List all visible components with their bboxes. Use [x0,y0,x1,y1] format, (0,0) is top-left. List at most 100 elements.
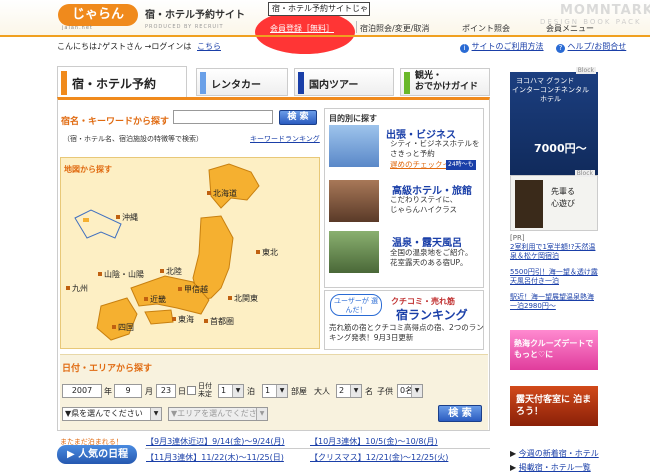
register-link[interactable]: 会員登録［無料］ [270,23,334,34]
schedule-link-dec[interactable]: 【クリスマス】12/21(金)～12/25(火) [310,452,448,463]
day-unit: 日 [178,387,186,396]
region-shutoken[interactable]: 首都圏 [204,316,234,327]
region-kita-kanto[interactable]: 北関東 [228,293,258,304]
prefecture-value: ▼県を選んでください [65,409,143,418]
region-marker [207,191,211,195]
keyword-search-button[interactable]: 検 索 [279,110,317,125]
tab-rental-accent [200,72,206,94]
watermark-sub: DESIGN BOOK PACK [540,18,642,26]
region-label: 沖縄 [122,213,138,222]
region-shikoku[interactable]: 四国 [112,322,134,333]
help-link[interactable]: ヘルプ/お問合せ [568,42,627,51]
atami-cruise-ad[interactable]: 熱海クルーズデートで もっと♡に [510,330,598,370]
month-input[interactable]: 9 [114,384,142,398]
region-marker [66,286,70,290]
chevron-right-icon: ▶ [67,449,75,460]
rooms-value: 1 [265,386,271,395]
adults-value: 2 [339,386,345,395]
jalan-logo[interactable]: じゃらん [58,4,138,26]
site-title: 宿・ホテル予約サイト [145,10,245,21]
schedule-link-oct[interactable]: 【10月3連休】10/5(金)～10/8(月) [310,436,438,447]
onsen-desc-1: 全国の温泉地をご紹介。 [390,248,473,257]
area-select[interactable]: ▼エリアを選んでください ▼ [168,407,268,421]
keyword-input[interactable] [173,110,273,124]
nights-select[interactable]: 1 ▼ [218,384,244,398]
pr-link-1[interactable]: 2室利用で1室半額!?天然温泉＆松ケ岡宿泊 [510,243,600,261]
rooms-select[interactable]: 1 ▼ [262,384,288,398]
tab-domestic-tour[interactable]: 国内ツアー [294,68,394,96]
schedule-link-nov[interactable]: 【11月3連休】11/22(木)～11/25(日) [146,452,284,463]
region-marker [178,287,182,291]
date-search-button[interactable]: 検 索 [438,405,482,422]
tab-tour-label: 国内ツアー [309,80,359,91]
pr-link-3[interactable]: 駅近！海一望展望温泉熱海一泊2980円～ [510,293,600,311]
region-hokuriku[interactable]: 北陸 [160,266,182,277]
hotel-list-link[interactable]: 掲載宿・ホテル一覧 [519,463,591,472]
region-marker [172,317,176,321]
onsen-image[interactable] [329,231,379,273]
chevron-right-icon: ▶ [510,449,517,458]
region-kyushu[interactable]: 九州 [66,283,88,294]
luxury-image[interactable] [329,180,379,222]
ad2-line1: 先輩る [551,187,575,196]
nav-booking-check[interactable]: 宿泊照会/変更/取消 [360,23,429,34]
region-tohoku[interactable]: 東北 [256,247,278,258]
login-link[interactable]: こちら [197,41,221,52]
hotel-ad-2[interactable]: Block 先輩る 心遊び [510,170,598,231]
day-input[interactable]: 23 [156,384,176,398]
region-kinki[interactable]: 近畿 [144,294,166,305]
region-koshinetsu[interactable]: 甲信越 [178,284,208,295]
ranking-link[interactable]: 宿ランキング [396,306,468,323]
site-guide-link[interactable]: サイトのご利用方法 [472,42,544,51]
help[interactable]: ? ヘルプ/お問合せ [556,41,626,53]
site-guide[interactable]: i サイトのご利用方法 [460,41,544,53]
produced-by: PRODUCED BY RECRUIT [145,24,224,30]
tab-travel-guide[interactable]: 観光・ おでかけガイド [400,68,490,96]
prefecture-select[interactable]: ▼県を選んでください ▼ [62,407,162,421]
business-image[interactable] [329,125,379,167]
tab-hotel-label: 宿・ホテル予約 [72,77,157,91]
region-hokkaido[interactable]: 北海道 [207,188,237,199]
date-undecided-checkbox[interactable] [187,386,196,395]
schedule-divider [145,448,490,449]
year-unit: 年 [104,387,112,396]
adults-select[interactable]: 2 ▼ [336,384,362,398]
greeting-text: こんにちは♪ゲストさん →ログインは [57,42,192,51]
ranking-bubble: ユーザーが 選んだ！ [330,294,382,316]
nav-point-check[interactable]: ポイント照会 [462,23,510,34]
tab-tour-accent [298,72,304,94]
region-okinawa[interactable]: 沖縄 [116,212,138,223]
children-select[interactable]: 0名 ▼ [397,384,423,398]
new-hotels[interactable]: ▶ 今週の新着宿・ホテル [510,448,599,459]
tab-guide-label-2: おでかけガイド [415,82,479,92]
hotel-list[interactable]: ▶ 掲載宿・ホテル一覧 [510,462,591,473]
ad1-price: 7000円～ [534,142,587,155]
region-tokai[interactable]: 東海 [172,314,194,325]
adults-label: 大人 [314,387,330,396]
new-hotels-link[interactable]: 今週の新着宿・ホテル [519,449,599,458]
region-label: 甲信越 [184,285,208,294]
tab-guide-label: 観光・ おでかけガイド [415,71,478,93]
region-label: 山陰・山陽 [104,270,144,279]
year-input[interactable]: 2007 [62,384,102,398]
schedule-link-sep[interactable]: 【9月3連休近辺】9/14(金)～9/24(月) [146,436,285,447]
ad2-line2: 心遊び [551,199,575,208]
logo-sub: jalan.net [62,25,93,31]
tab-rental-label: レンタカー [211,80,261,91]
rooms-unit: 部屋 [291,387,307,396]
popular-schedule-tab[interactable]: ▶ 人気の日程 [57,445,137,464]
chevron-down-icon: ▼ [232,385,243,397]
pr-link-2[interactable]: 5500円引！海一望＆透け露天風呂付き一泊 [510,268,600,286]
chevron-right-icon: ▶ [510,463,517,472]
ad4-text: 露天付客室に 泊まろう！ [516,395,592,417]
region-marker [144,297,148,301]
purpose-onsen-link[interactable]: 温泉・露天風呂 [392,234,462,249]
keyword-ranking-link[interactable]: キーワードランキング [250,134,320,144]
tab-rental-car[interactable]: レンタカー [196,68,288,96]
region-marker [98,272,102,276]
rotenburo-room-ad[interactable]: 露天付客室に 泊まろう！ [510,386,598,426]
tab-hotel[interactable]: 宿・ホテル予約 [57,66,187,98]
map-search-label: 地図から探す [64,165,112,174]
region-sanin-sanyo[interactable]: 山陰・山陽 [98,269,144,280]
region-label: 近畿 [150,295,166,304]
